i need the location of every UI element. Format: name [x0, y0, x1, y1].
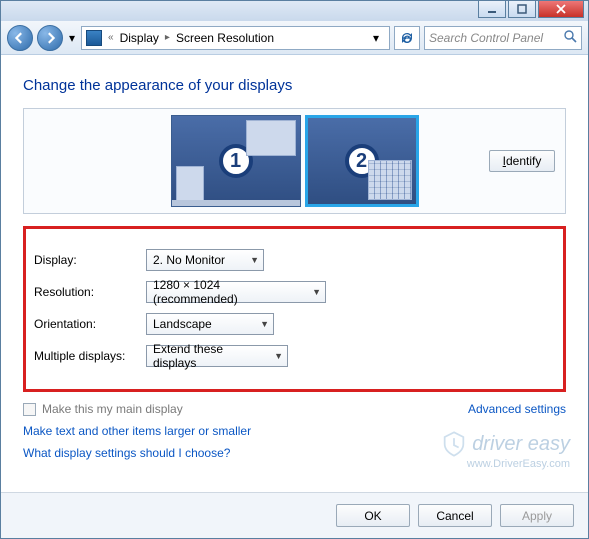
orientation-label: Orientation: — [34, 317, 146, 331]
chevron-down-icon: ▼ — [274, 351, 283, 361]
cancel-button[interactable]: Cancel — [418, 504, 492, 527]
help-link[interactable]: What display settings should I choose? — [23, 446, 566, 460]
address-bar[interactable]: « Display ▸ Screen Resolution ▾ — [81, 26, 390, 50]
multiple-displays-label: Multiple displays: — [34, 349, 146, 363]
search-placeholder: Search Control Panel — [429, 31, 543, 45]
display-label: Display: — [34, 253, 146, 267]
refresh-button[interactable] — [394, 26, 420, 50]
close-button[interactable] — [538, 1, 584, 18]
maximize-button[interactable] — [508, 1, 536, 18]
minimize-button[interactable] — [478, 1, 506, 18]
search-input[interactable]: Search Control Panel — [424, 26, 582, 50]
address-dropdown-icon[interactable]: ▾ — [367, 31, 385, 45]
nav-bar: ▾ « Display ▸ Screen Resolution ▾ Search… — [1, 21, 588, 55]
apply-button[interactable]: Apply — [500, 504, 574, 527]
chevron-down-icon: ▼ — [260, 319, 269, 329]
text-size-link[interactable]: Make text and other items larger or smal… — [23, 424, 566, 438]
footer: OK Cancel Apply — [1, 492, 588, 538]
content-area: Change the appearance of your displays 1… — [1, 55, 588, 492]
ok-button[interactable]: OK — [336, 504, 410, 527]
search-icon — [563, 29, 577, 46]
resolution-dropdown[interactable]: 1280 × 1024 (recommended) ▼ — [146, 281, 326, 303]
page-title: Change the appearance of your displays — [23, 77, 566, 94]
settings-group-highlighted: Display: 2. No Monitor ▼ Resolution: 128… — [23, 226, 566, 392]
resolution-label: Resolution: — [34, 285, 146, 299]
chevron-down-icon: ▼ — [312, 287, 321, 297]
control-panel-icon — [86, 30, 102, 46]
back-button[interactable] — [7, 25, 33, 51]
display-value: 2. No Monitor — [153, 253, 225, 267]
advanced-settings-link[interactable]: Advanced settings — [468, 402, 566, 416]
orientation-value: Landscape — [153, 317, 212, 331]
main-display-checkbox-label: Make this my main display — [42, 402, 183, 416]
nav-history-dropdown[interactable]: ▾ — [67, 31, 77, 45]
forward-button[interactable] — [37, 25, 63, 51]
chevron-down-icon: ▼ — [250, 255, 259, 265]
breadcrumb-root: « — [108, 32, 114, 43]
breadcrumb-screen-resolution[interactable]: Screen Resolution — [176, 31, 274, 45]
resolution-value: 1280 × 1024 (recommended) — [153, 278, 305, 306]
multiple-displays-dropdown[interactable]: Extend these displays ▼ — [146, 345, 288, 367]
title-bar — [1, 1, 588, 21]
main-display-checkbox[interactable] — [23, 403, 36, 416]
breadcrumb-sep-icon: ▸ — [165, 32, 170, 43]
orientation-dropdown[interactable]: Landscape ▼ — [146, 313, 274, 335]
monitor-1[interactable]: 1 — [171, 115, 301, 207]
display-arrangement-panel[interactable]: 1 2 Identify — [23, 108, 566, 214]
window-frame: ▾ « Display ▸ Screen Resolution ▾ Search… — [0, 0, 589, 539]
monitor-2-selected[interactable]: 2 — [305, 115, 419, 207]
multiple-displays-value: Extend these displays — [153, 342, 267, 370]
identify-button[interactable]: Identify — [489, 150, 555, 172]
breadcrumb-display[interactable]: Display — [120, 31, 159, 45]
display-dropdown[interactable]: 2. No Monitor ▼ — [146, 249, 264, 271]
